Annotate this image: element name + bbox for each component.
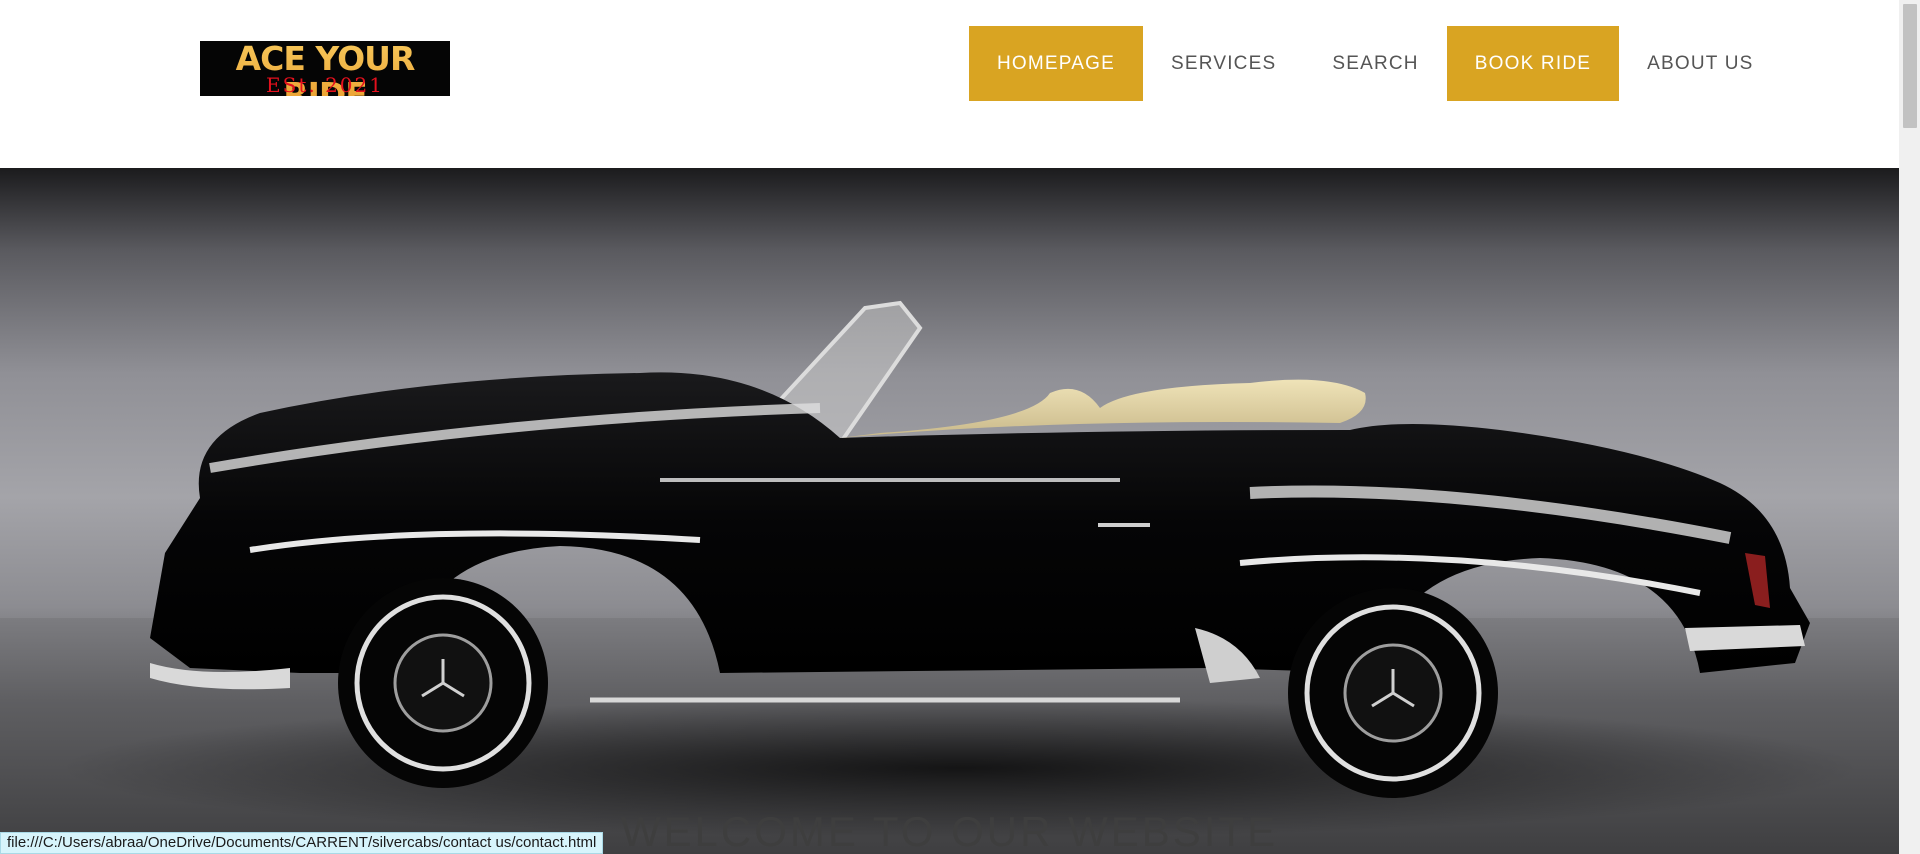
site-logo[interactable]: ACE YOUR RIDE ESt. 2021 xyxy=(200,41,450,96)
hero-car-image xyxy=(60,300,1860,838)
nav-search[interactable]: SEARCH xyxy=(1304,26,1446,101)
hero-banner: WELCOME TO OUR WEBSITE xyxy=(0,168,1899,854)
nav-services[interactable]: SERVICES xyxy=(1143,26,1304,101)
page-scrollbar[interactable] xyxy=(1899,0,1920,854)
page: ACE YOUR RIDE ESt. 2021 HOMEPAGE SERVICE… xyxy=(0,0,1920,854)
nav-book-ride[interactable]: BOOK RIDE xyxy=(1446,26,1620,101)
main-nav: HOMEPAGE SERVICES SEARCH BOOK RIDE ABOUT… xyxy=(969,26,1782,101)
logo-established: ESt. 2021 xyxy=(266,73,384,96)
rear-wheel xyxy=(1288,588,1498,798)
front-wheel xyxy=(338,578,548,788)
browser-status-bar: file:///C:/Users/abraa/OneDrive/Document… xyxy=(0,832,604,854)
site-header: ACE YOUR RIDE ESt. 2021 HOMEPAGE SERVICE… xyxy=(0,0,1899,168)
scrollbar-thumb[interactable] xyxy=(1903,4,1917,128)
nav-about-us[interactable]: ABOUT US xyxy=(1619,26,1781,101)
nav-homepage[interactable]: HOMEPAGE xyxy=(969,26,1143,101)
